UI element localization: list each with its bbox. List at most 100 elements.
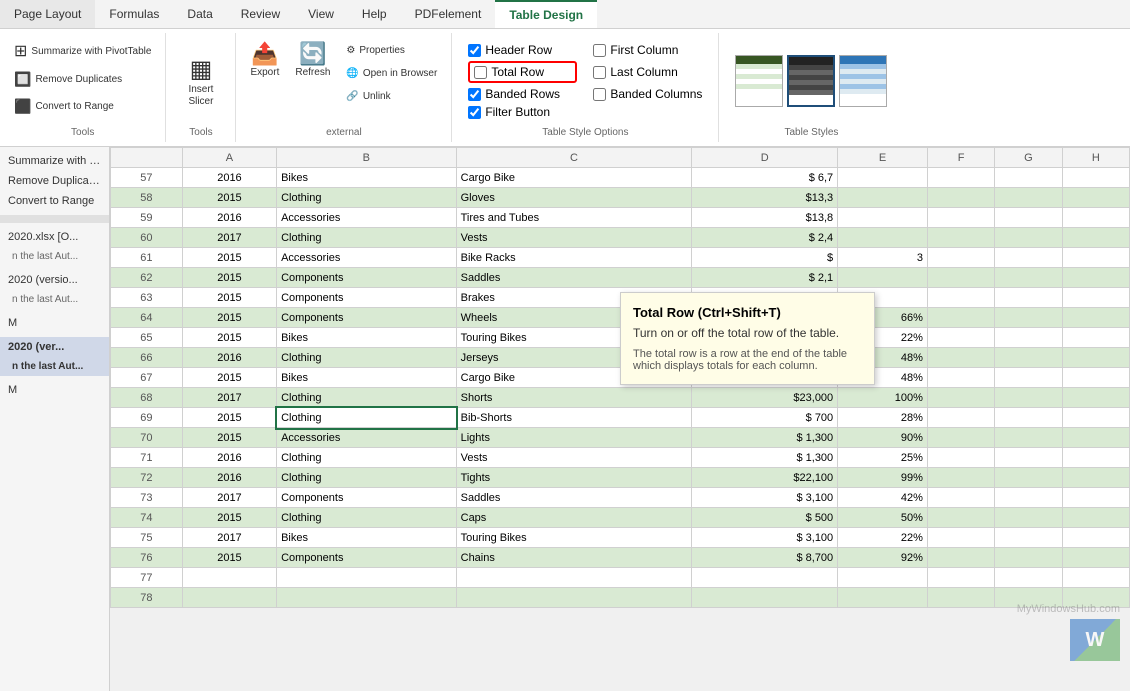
- sidebar-item-m1[interactable]: M: [0, 313, 109, 333]
- category-cell[interactable]: Components: [277, 308, 457, 328]
- style-thumb-blue[interactable]: [839, 55, 887, 107]
- sidebar-item-file1[interactable]: 2020.xlsx [O...: [0, 227, 109, 247]
- extra2[interactable]: [995, 428, 1062, 448]
- extra1[interactable]: [927, 508, 994, 528]
- tab-table-design[interactable]: Table Design: [495, 0, 597, 28]
- extra2[interactable]: [995, 468, 1062, 488]
- row-number[interactable]: 58: [111, 188, 183, 208]
- table-row[interactable]: 612015AccessoriesBike Racks$3: [111, 248, 1130, 268]
- extra1[interactable]: [927, 188, 994, 208]
- sales-cell[interactable]: $ 1,300: [692, 448, 838, 468]
- category-cell[interactable]: Components: [277, 268, 457, 288]
- extra1[interactable]: [927, 348, 994, 368]
- category-cell[interactable]: Accessories: [277, 208, 457, 228]
- table-row[interactable]: 752017BikesTouring Bikes$ 3,10022%: [111, 528, 1130, 548]
- product-cell[interactable]: [456, 568, 692, 588]
- extra3[interactable]: [1062, 248, 1129, 268]
- category-cell[interactable]: Bikes: [277, 528, 457, 548]
- year-cell[interactable]: 2015: [182, 508, 276, 528]
- row-number[interactable]: 75: [111, 528, 183, 548]
- extra2[interactable]: [995, 488, 1062, 508]
- extra3[interactable]: [1062, 488, 1129, 508]
- year-cell[interactable]: 2015: [182, 328, 276, 348]
- product-cell[interactable]: Gloves: [456, 188, 692, 208]
- extra3[interactable]: [1062, 268, 1129, 288]
- extra3[interactable]: [1062, 388, 1129, 408]
- year-cell[interactable]: 2017: [182, 388, 276, 408]
- category-cell[interactable]: Clothing: [277, 188, 457, 208]
- header-row-option[interactable]: Header Row: [468, 43, 577, 57]
- sales-cell[interactable]: $22,100: [692, 468, 838, 488]
- category-cell[interactable]: Accessories: [277, 428, 457, 448]
- table-row[interactable]: 702015AccessoriesLights$ 1,30090%: [111, 428, 1130, 448]
- extra2[interactable]: [995, 508, 1062, 528]
- product-cell[interactable]: Cargo Bike: [456, 168, 692, 188]
- extra1[interactable]: [927, 208, 994, 228]
- product-cell[interactable]: Tires and Tubes: [456, 208, 692, 228]
- sales-cell[interactable]: $: [692, 248, 838, 268]
- row-number[interactable]: 71: [111, 448, 183, 468]
- tab-page-layout[interactable]: Page Layout: [0, 0, 95, 28]
- pct-cell[interactable]: 25%: [838, 448, 928, 468]
- tab-data[interactable]: Data: [173, 0, 226, 28]
- row-number[interactable]: 69: [111, 408, 183, 428]
- tab-view[interactable]: View: [294, 0, 348, 28]
- extra2[interactable]: [995, 208, 1062, 228]
- pct-cell[interactable]: 28%: [838, 408, 928, 428]
- year-cell[interactable]: 2016: [182, 468, 276, 488]
- table-row[interactable]: 582015ClothingGloves$13,3: [111, 188, 1130, 208]
- product-cell[interactable]: Bike Racks: [456, 248, 692, 268]
- year-cell[interactable]: 2017: [182, 528, 276, 548]
- product-cell[interactable]: Bib-Shorts: [456, 408, 692, 428]
- tab-formulas[interactable]: Formulas: [95, 0, 173, 28]
- category-cell[interactable]: Bikes: [277, 368, 457, 388]
- export-button[interactable]: 📤 Export: [244, 37, 285, 82]
- sidebar-item-file1-sub[interactable]: n the last Aut...: [0, 247, 109, 266]
- extra2[interactable]: [995, 228, 1062, 248]
- pct-cell[interactable]: [838, 168, 928, 188]
- extra2[interactable]: [995, 328, 1062, 348]
- extra2[interactable]: [995, 368, 1062, 388]
- year-cell[interactable]: 2015: [182, 248, 276, 268]
- sales-cell[interactable]: $23,000: [692, 388, 838, 408]
- pct-cell[interactable]: [838, 568, 928, 588]
- year-cell[interactable]: [182, 588, 276, 608]
- year-cell[interactable]: 2016: [182, 168, 276, 188]
- year-cell[interactable]: [182, 568, 276, 588]
- sales-cell[interactable]: [692, 588, 838, 608]
- table-row[interactable]: 572016BikesCargo Bike$ 6,7: [111, 168, 1130, 188]
- year-cell[interactable]: 2015: [182, 428, 276, 448]
- extra1[interactable]: [927, 288, 994, 308]
- sidebar-item-file3-sub[interactable]: n the last Aut...: [0, 357, 109, 376]
- open-browser-button[interactable]: 🌐 Open in Browser: [340, 64, 443, 83]
- table-row[interactable]: 762015ComponentsChains$ 8,70092%: [111, 548, 1130, 568]
- product-cell[interactable]: Lights: [456, 428, 692, 448]
- first-column-checkbox[interactable]: [593, 44, 606, 57]
- category-cell[interactable]: Components: [277, 488, 457, 508]
- tab-pdfelement[interactable]: PDFelement: [401, 0, 496, 28]
- insert-slicer-button[interactable]: ▦ InsertSlicer: [181, 51, 221, 112]
- sidebar-item-file2[interactable]: 2020 (versio...: [0, 270, 109, 290]
- year-cell[interactable]: 2015: [182, 408, 276, 428]
- sales-cell[interactable]: $ 700: [692, 408, 838, 428]
- extra1[interactable]: [927, 228, 994, 248]
- product-cell[interactable]: Touring Bikes: [456, 528, 692, 548]
- product-cell[interactable]: Tights: [456, 468, 692, 488]
- banded-columns-option[interactable]: Banded Columns: [593, 87, 702, 101]
- extra1[interactable]: [927, 388, 994, 408]
- table-row[interactable]: 742015ClothingCaps$ 50050%: [111, 508, 1130, 528]
- table-row[interactable]: 682017ClothingShorts$23,000100%: [111, 388, 1130, 408]
- banded-rows-checkbox[interactable]: [468, 88, 481, 101]
- category-cell[interactable]: Clothing: [277, 448, 457, 468]
- extra3[interactable]: [1062, 348, 1129, 368]
- extra1[interactable]: [927, 368, 994, 388]
- category-cell[interactable]: Clothing: [277, 468, 457, 488]
- sales-cell[interactable]: $ 3,100: [692, 528, 838, 548]
- extra3[interactable]: [1062, 208, 1129, 228]
- row-number[interactable]: 77: [111, 568, 183, 588]
- extra2[interactable]: [995, 348, 1062, 368]
- tab-help[interactable]: Help: [348, 0, 401, 28]
- table-row[interactable]: 78: [111, 588, 1130, 608]
- sidebar-item-file2-sub[interactable]: n the last Aut...: [0, 290, 109, 309]
- table-row[interactable]: 692015ClothingBib-Shorts$ 70028%: [111, 408, 1130, 428]
